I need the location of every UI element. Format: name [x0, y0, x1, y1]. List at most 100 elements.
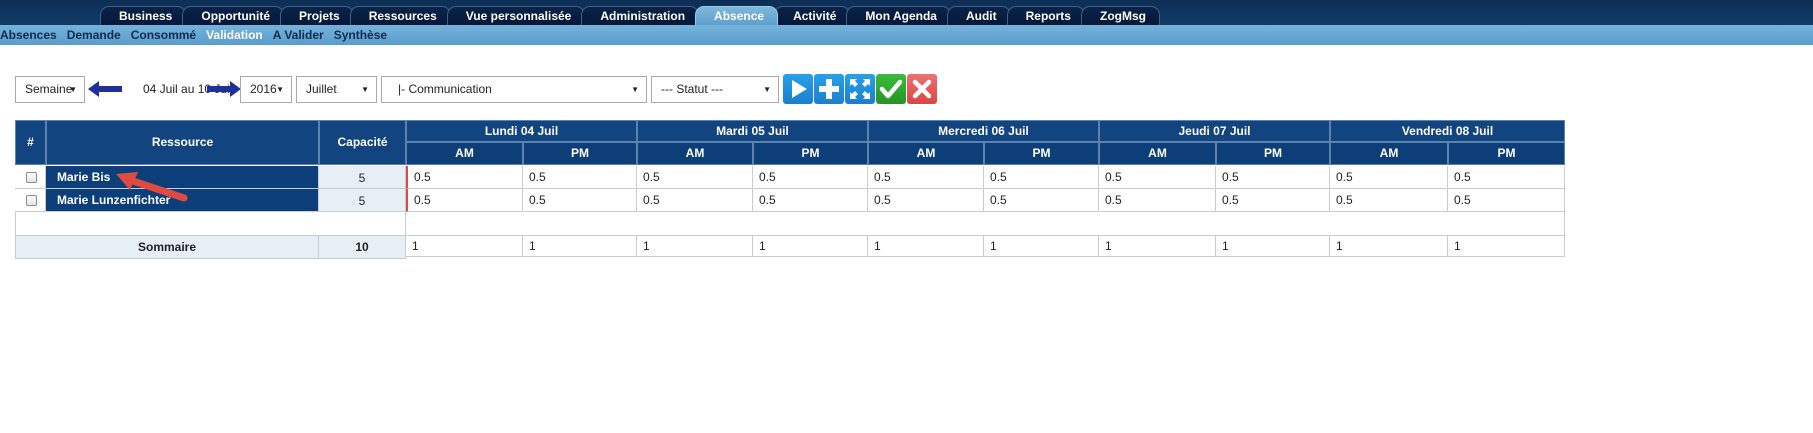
row-checkbox[interactable] [26, 172, 37, 183]
month-select-value: Juillet [306, 82, 337, 96]
absence-value-cell: 0.5 [753, 166, 868, 189]
submenu-consomm-[interactable]: Consommé [131, 28, 196, 42]
tab-opportunit-[interactable]: Opportunité [182, 6, 285, 25]
tab-ressources[interactable]: Ressources [349, 6, 451, 25]
team-select-value: |- Communication [398, 82, 492, 96]
day-header: Vendredi 08 Juil [1330, 120, 1565, 142]
sub-menu: Absences Demande Consommé Validation A Valid… [0, 28, 397, 42]
resource-capacity: 5 [319, 166, 406, 189]
summary-value-cell: 1 [1216, 236, 1330, 257]
chevron-down-icon: ▼ [763, 85, 771, 94]
absence-value-cell: 0.5 [1448, 189, 1565, 212]
pm-header: PM [753, 142, 868, 165]
summary-value-cell: 1 [984, 236, 1099, 257]
summary-value-cell: 1 [637, 236, 753, 257]
year-select[interactable]: 2016 ▼ [240, 76, 292, 103]
annotation-arrow-icon [116, 172, 188, 202]
am-header: AM [868, 142, 984, 165]
status-select[interactable]: --- Statut --- ▼ [651, 76, 779, 103]
pm-header: PM [1216, 142, 1330, 165]
capacity-header: Capacité [319, 120, 406, 165]
top-tab-bar: Business Opportunité Projets Ressources Vue … [0, 0, 1813, 25]
add-button[interactable] [814, 74, 844, 104]
run-button[interactable] [783, 74, 813, 104]
hash-header: # [15, 120, 46, 165]
close-icon [912, 79, 932, 99]
absence-value-cell: 0.5 [984, 166, 1099, 189]
month-select[interactable]: Juillet ▼ [296, 76, 377, 103]
reject-button[interactable] [907, 74, 937, 104]
absence-value-cell: 0.5 [868, 166, 984, 189]
submenu-synth-se[interactable]: Synthèse [334, 28, 387, 42]
tab-mon-agenda[interactable]: Mon Agenda [846, 6, 951, 25]
absence-value-cell: 0.5 [868, 189, 984, 212]
absence-value-cell: 0.5 [984, 189, 1099, 212]
period-select-value: Semaine [25, 82, 73, 96]
check-icon [879, 79, 903, 99]
pm-header: PM [1448, 142, 1565, 165]
day-header: Jeudi 07 Juil [1099, 120, 1330, 142]
status-select-value: --- Statut --- [661, 82, 723, 96]
chevron-down-icon: ▼ [631, 85, 639, 94]
summary-value-cell: 1 [523, 236, 637, 257]
spacer-row [406, 212, 1565, 236]
absence-value-cell: 0.5 [1448, 166, 1565, 189]
am-header: AM [1330, 142, 1448, 165]
summary-value-cell: 1 [753, 236, 868, 257]
summary-label: Sommaire [15, 236, 319, 259]
absence-value-cell: 0.5 [1099, 166, 1216, 189]
pm-header: PM [523, 142, 637, 165]
chevron-down-icon: ▼ [361, 85, 369, 94]
tab-absence[interactable]: Absence [695, 6, 779, 25]
am-header: AM [1099, 142, 1216, 165]
tab-projets[interactable]: Projets [280, 6, 354, 25]
tab-zogmsg[interactable]: ZogMsg [1080, 6, 1160, 25]
previous-week-arrow-icon[interactable] [88, 80, 122, 98]
summary-value-cell: 1 [1099, 236, 1216, 257]
resource-capacity: 5 [319, 189, 406, 212]
absence-value-cell: 0.5 [1330, 166, 1448, 189]
period-select[interactable]: Semaine ▼ [15, 76, 85, 103]
absence-value-cell: 0.5 [406, 166, 523, 189]
summary-capacity: 10 [319, 236, 406, 259]
absence-value-cell: 0.5 [523, 166, 637, 189]
tab-administration[interactable]: Administration [581, 6, 700, 25]
submenu-validation[interactable]: Validation [206, 28, 263, 42]
tab-audit[interactable]: Audit [946, 6, 1011, 25]
expand-button[interactable] [845, 74, 875, 104]
absence-value-cell: 0.5 [1099, 189, 1216, 212]
row-checkbox[interactable] [26, 195, 37, 206]
summary-value-cell: 1 [868, 236, 984, 257]
absence-value-cell: 0.5 [1216, 166, 1330, 189]
day-header: Mercredi 06 Juil [868, 120, 1099, 142]
year-select-value: 2016 [250, 82, 277, 96]
summary-value-cell: 1 [1330, 236, 1448, 257]
absence-value-cell: 0.5 [1216, 189, 1330, 212]
plus-icon [819, 79, 839, 99]
play-icon [792, 80, 807, 98]
absence-value-cell: 0.5 [637, 166, 753, 189]
am-header: AM [406, 142, 523, 165]
tab-activit-[interactable]: Activité [774, 6, 851, 25]
top-tabs: Business Opportunité Projets Ressources Vue … [100, 6, 1160, 25]
absence-value-cell: 0.5 [753, 189, 868, 212]
expand-icon [850, 79, 870, 99]
submenu-demande[interactable]: Demande [67, 28, 121, 42]
summary-value-cell: 1 [1448, 236, 1565, 257]
tab-reports[interactable]: Reports [1006, 6, 1085, 25]
absence-value-cell: 0.5 [523, 189, 637, 212]
submenu-absences[interactable]: Absences [0, 28, 57, 42]
day-header: Lundi 04 Juil [406, 120, 637, 142]
chevron-down-icon: ▼ [69, 85, 77, 94]
submenu-a-valider[interactable]: A Valider [273, 28, 324, 42]
chevron-down-icon: ▼ [276, 85, 284, 94]
absence-value-cell: 0.5 [637, 189, 753, 212]
team-select[interactable]: |- Communication ▼ [381, 76, 647, 103]
am-header: AM [637, 142, 753, 165]
tab-vue-personnalis-e[interactable]: Vue personnalisée [446, 6, 586, 25]
tab-business[interactable]: Business [100, 6, 187, 25]
summary-value-cell: 1 [406, 236, 523, 257]
day-header: Mardi 05 Juil [637, 120, 868, 142]
validate-button[interactable] [876, 74, 906, 104]
next-week-arrow-icon[interactable] [207, 80, 241, 98]
